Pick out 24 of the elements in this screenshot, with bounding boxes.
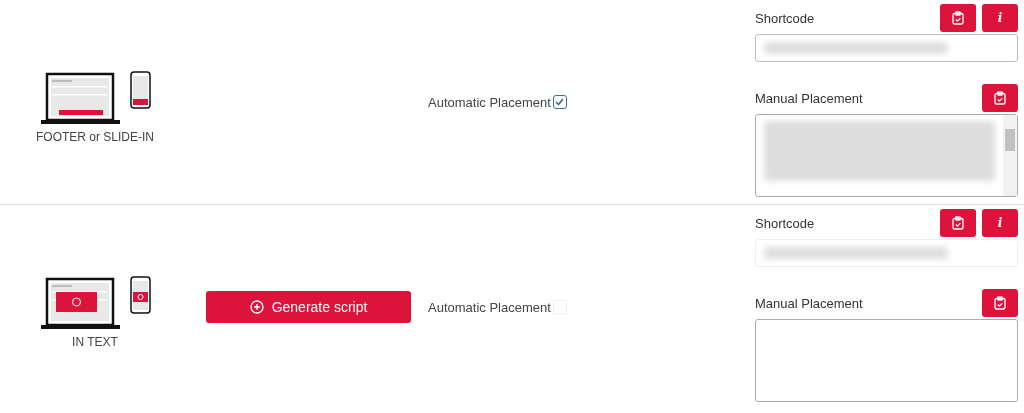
manual-placement-textarea[interactable] <box>755 319 1018 402</box>
clipboard-check-icon <box>994 296 1006 310</box>
copy-button[interactable] <box>982 289 1018 317</box>
field-label: Shortcode <box>755 10 815 26</box>
copy-button[interactable] <box>940 209 976 237</box>
copy-button[interactable] <box>940 4 976 32</box>
automatic-placement-label: Automatic Placement <box>428 94 551 110</box>
scrollbar[interactable] <box>1003 115 1017 196</box>
layout-caption: FOOTER or SLIDE-IN <box>36 130 154 144</box>
checkbox[interactable] <box>552 95 567 109</box>
clipboard-check-icon <box>994 91 1006 105</box>
generate-script-button[interactable]: Generate script <box>206 291 411 323</box>
field-label: Manual Placement <box>755 90 863 106</box>
clipboard-check-icon <box>952 11 964 25</box>
plus-circle-icon <box>249 300 264 314</box>
layout-caption: IN TEXT <box>72 335 118 349</box>
clipboard-check-icon <box>952 216 964 230</box>
manual-placement-textarea[interactable] <box>755 114 1018 197</box>
info-button[interactable]: i <box>982 4 1018 32</box>
automatic-placement-label: Automatic Placement <box>428 299 551 315</box>
shortcode-field[interactable] <box>755 34 1018 62</box>
copy-button[interactable] <box>982 84 1018 112</box>
field-label: Manual Placement <box>755 295 863 311</box>
field-label: Shortcode <box>755 215 815 231</box>
